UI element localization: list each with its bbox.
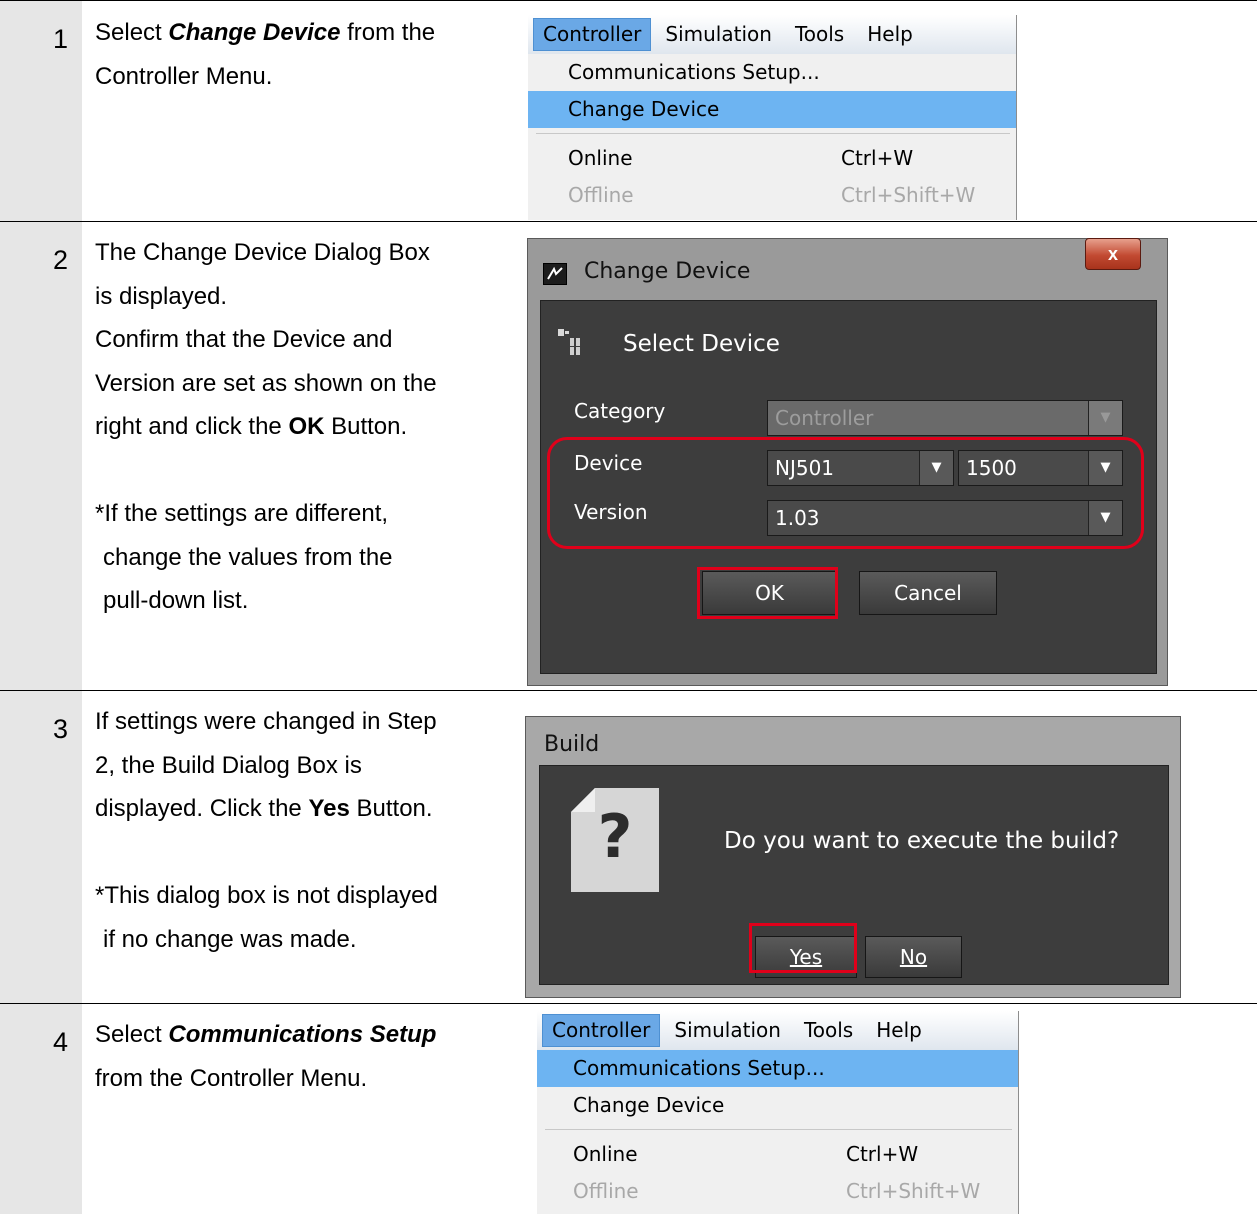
step-number-cell <box>0 691 82 1003</box>
app-icon <box>543 263 567 285</box>
controller-menu-screenshot: Controller Simulation Tools Help Communi… <box>528 15 1017 220</box>
step-number: 4 <box>53 1027 69 1057</box>
menu-item-communications-setup[interactable]: Communications Setup... <box>537 1050 1018 1087</box>
shortcut-label: Ctrl+W <box>841 146 914 170</box>
device-icon <box>557 328 583 361</box>
step-number: 1 <box>53 24 69 54</box>
menu-controller[interactable]: Controller <box>533 18 652 51</box>
menu-command-name: Change Device <box>168 19 341 46</box>
shortcut-label: Ctrl+W <box>846 1142 919 1166</box>
menu-item-offline: Offline Ctrl+Shift+W <box>528 177 1016 214</box>
close-icon: x <box>1107 244 1118 264</box>
menu-item-change-device[interactable]: Change Device <box>528 91 1016 128</box>
step-description: Select Change Device from the Controller… <box>95 19 436 90</box>
controller-menu-screenshot: Controller Simulation Tools Help Communi… <box>537 1011 1019 1214</box>
step-description: If settings were changed in Step 2, the … <box>95 700 515 961</box>
callout-highlight <box>547 437 1144 549</box>
step-number-cell <box>0 1004 82 1214</box>
question-document-icon: ? <box>571 788 659 892</box>
dialog-message: Do you want to execute the build? <box>724 828 1120 854</box>
dialog-header: Select Device <box>623 331 780 357</box>
menu-separator <box>536 133 1010 134</box>
category-select: Controller ▼ <box>767 400 1123 436</box>
step-number-cell <box>0 1 82 221</box>
shortcut-label: Ctrl+Shift+W <box>841 183 976 207</box>
menu-separator <box>545 1129 1012 1130</box>
step-description: Select Communications Setup from the Con… <box>95 1021 437 1092</box>
menu-bar: Controller Simulation Tools Help <box>537 1011 1018 1050</box>
menu-simulation[interactable]: Simulation <box>656 19 781 50</box>
dialog-title: Build <box>544 732 600 757</box>
menu-controller[interactable]: Controller <box>542 1014 661 1047</box>
callout-highlight <box>749 923 857 973</box>
step-note: *This dialog box is not displayed <box>95 882 438 909</box>
menu-command-name: Communications Setup <box>168 1021 437 1048</box>
step-number: 3 <box>53 714 69 744</box>
shortcut-label: Ctrl+Shift+W <box>846 1179 981 1203</box>
menu-item-change-device[interactable]: Change Device <box>537 1087 1018 1124</box>
table-rule <box>0 690 1257 691</box>
step-number: 2 <box>53 245 69 275</box>
table-rule <box>0 221 1257 222</box>
menu-item-communications-setup[interactable]: Communications Setup... <box>528 54 1016 91</box>
menu-item-offline: Offline Ctrl+Shift+W <box>537 1173 1018 1210</box>
menu-help[interactable]: Help <box>858 19 922 50</box>
step-number-cell <box>0 222 82 690</box>
chevron-down-icon: ▼ <box>1088 401 1122 435</box>
menu-help[interactable]: Help <box>867 1015 931 1046</box>
menu-tools[interactable]: Tools <box>795 1015 862 1046</box>
cancel-button[interactable]: Cancel <box>859 571 997 615</box>
close-button[interactable]: x <box>1085 238 1141 270</box>
menu-tools[interactable]: Tools <box>786 19 853 50</box>
table-rule <box>0 1003 1257 1004</box>
menu-item-online[interactable]: Online Ctrl+W <box>537 1136 1018 1173</box>
step-note: *If the settings are different, <box>95 500 389 527</box>
step-description: The Change Device Dialog Box is displaye… <box>95 231 515 623</box>
category-label: Category <box>574 399 666 423</box>
menu-bar: Controller Simulation Tools Help <box>528 15 1016 54</box>
no-button[interactable]: No <box>865 936 962 978</box>
menu-item-online[interactable]: Online Ctrl+W <box>528 140 1016 177</box>
menu-simulation[interactable]: Simulation <box>665 1015 790 1046</box>
callout-highlight <box>697 567 838 619</box>
dialog-title: Change Device <box>584 259 751 284</box>
table-rule <box>0 0 1257 1</box>
